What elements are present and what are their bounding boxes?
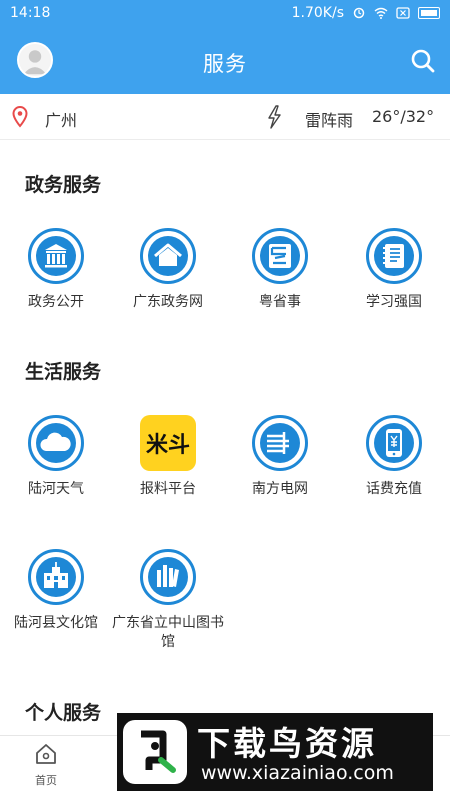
notebook-icon	[366, 228, 422, 284]
service-southern-grid[interactable]: 南方电网	[224, 414, 336, 499]
status-time: 14:18	[10, 5, 51, 21]
search-icon[interactable]	[410, 48, 436, 74]
nav-home[interactable]: 首页	[22, 742, 70, 788]
service-luhe-weather[interactable]: 陆河天气	[0, 414, 112, 499]
government-building-icon	[28, 228, 84, 284]
page-title: 服务	[203, 52, 247, 76]
cloud-icon	[28, 415, 84, 471]
service-label: 广东政务网	[133, 294, 203, 310]
status-bar: 14:18 1.70K/s	[0, 0, 450, 28]
no-sim-icon	[396, 7, 410, 19]
baoliao-icon-text: 米斗	[146, 433, 190, 458]
cultural-center-icon	[28, 549, 84, 605]
service-label: 陆河县文化馆	[14, 615, 98, 631]
app-header: 服务	[0, 28, 450, 94]
network-speed: 1.70K/s	[291, 5, 344, 21]
weather-temperature: 26°/32°	[372, 107, 435, 126]
service-xuexi-qiangguo[interactable]: 学习强国	[338, 227, 450, 312]
lightning-icon	[268, 105, 281, 129]
battery-icon	[418, 7, 440, 19]
service-label: 学习强国	[366, 294, 422, 310]
baoliao-app-icon: 米斗	[140, 415, 196, 471]
wifi-icon	[374, 7, 388, 19]
service-label: 政务公开	[28, 294, 84, 310]
yue-logo-icon	[252, 228, 308, 284]
weather-condition: 雷阵雨	[305, 111, 354, 130]
service-label: 话费充值	[366, 481, 422, 497]
service-luhe-cultural-center[interactable]: 陆河县文化馆	[0, 548, 112, 633]
service-label: 广东省立中山图书馆	[112, 615, 224, 650]
bird-logo-icon	[141, 730, 176, 773]
service-label: 粤省事	[259, 294, 301, 310]
service-label: 南方电网	[252, 481, 308, 497]
power-grid-icon	[252, 415, 308, 471]
section-title-life: 生活服务	[25, 361, 102, 383]
watermark-logo	[123, 720, 187, 784]
service-gov-open[interactable]: 政务公开	[0, 227, 112, 312]
alarm-icon	[353, 7, 365, 19]
library-books-icon	[140, 549, 196, 605]
watermark-banner: 下载鸟资源 www.xiazainiao.com	[117, 713, 433, 791]
service-label: 陆河天气	[28, 481, 84, 497]
city-name[interactable]: 广州	[45, 107, 77, 131]
nav-home-label: 首页	[35, 774, 57, 787]
service-gd-gov-net[interactable]: 广东政务网	[112, 227, 224, 312]
status-right: 1.70K/s	[292, 5, 440, 21]
phone-recharge-icon	[366, 415, 422, 471]
watermark-title: 下载鸟资源	[197, 724, 377, 763]
section-title-personal: 个人服务	[25, 702, 102, 724]
service-yue-sheng-shi[interactable]: 粤省事	[224, 227, 336, 312]
weather-bar[interactable]: 广州 雷阵雨 26°/32°	[0, 94, 450, 140]
service-gd-sun-yatsen-library[interactable]: 广东省立中山图书馆	[112, 548, 224, 652]
service-label: 报料平台	[140, 481, 196, 497]
home-icon	[36, 744, 56, 764]
section-title-gov: 政务服务	[25, 174, 102, 196]
service-phone-recharge[interactable]: 话费充值	[338, 414, 450, 499]
house-icon	[140, 228, 196, 284]
watermark-url: www.xiazainiao.com	[201, 762, 394, 784]
location-pin-icon	[12, 106, 28, 128]
service-baoliao[interactable]: 米斗 报料平台	[112, 414, 224, 499]
